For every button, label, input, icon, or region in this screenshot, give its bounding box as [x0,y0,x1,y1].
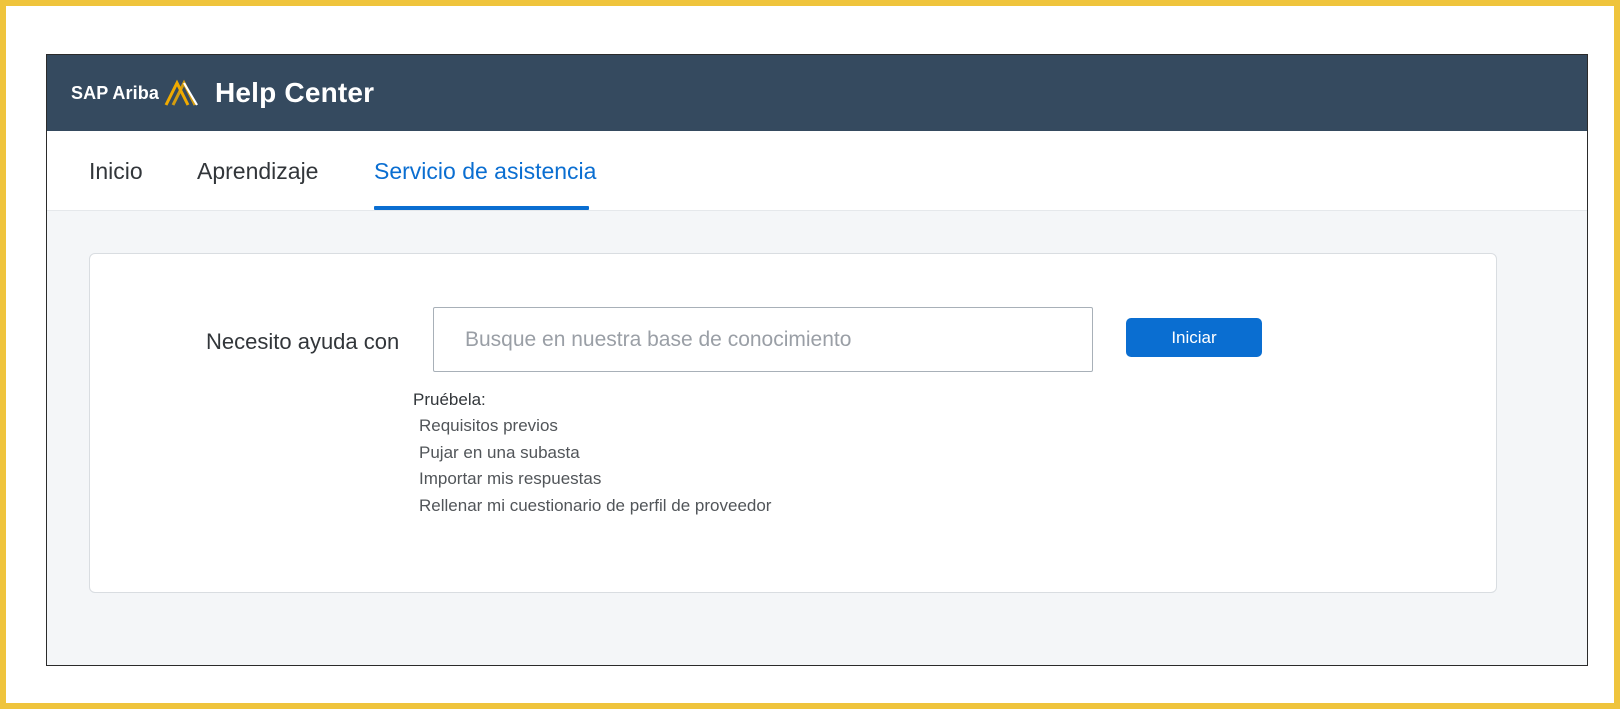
suggestion-link[interactable]: Requisitos previos [413,413,771,440]
suggestion-link[interactable]: Importar mis respuestas [413,466,771,493]
brand-company: SAP Ariba [71,82,159,103]
ariba-logo-icon [164,79,198,106]
active-tab-indicator [374,206,589,210]
suggestion-link[interactable]: Rellenar mi cuestionario de perfil de pr… [413,493,771,520]
screenshot-frame: SAP Ariba Help Center Inicio Aprendizaje… [0,0,1620,709]
start-search-button[interactable]: Iniciar [1126,318,1262,357]
search-label: Necesito ayuda con [206,329,400,354]
tab-inicio[interactable]: Inicio [89,158,143,185]
knowledge-search-input[interactable] [433,307,1093,372]
tab-servicio-de-asistencia[interactable]: Servicio de asistencia [374,158,596,185]
suggestions-label: Pruébela: [413,390,486,409]
search-card: Necesito ayuda con Iniciar Pruébela: Req… [89,253,1497,593]
brand-product: Help Center [214,77,375,108]
suggestions-block: Pruébela: Requisitos previos Pujar en un… [413,387,771,519]
tab-aprendizaje[interactable]: Aprendizaje [197,158,318,185]
main-navigation: Inicio Aprendizaje Servicio de asistenci… [47,131,1587,211]
top-bar: SAP Ariba Help Center [47,55,1587,131]
help-center-window: SAP Ariba Help Center Inicio Aprendizaje… [46,54,1588,666]
suggestion-link[interactable]: Pujar en una subasta [413,440,771,467]
